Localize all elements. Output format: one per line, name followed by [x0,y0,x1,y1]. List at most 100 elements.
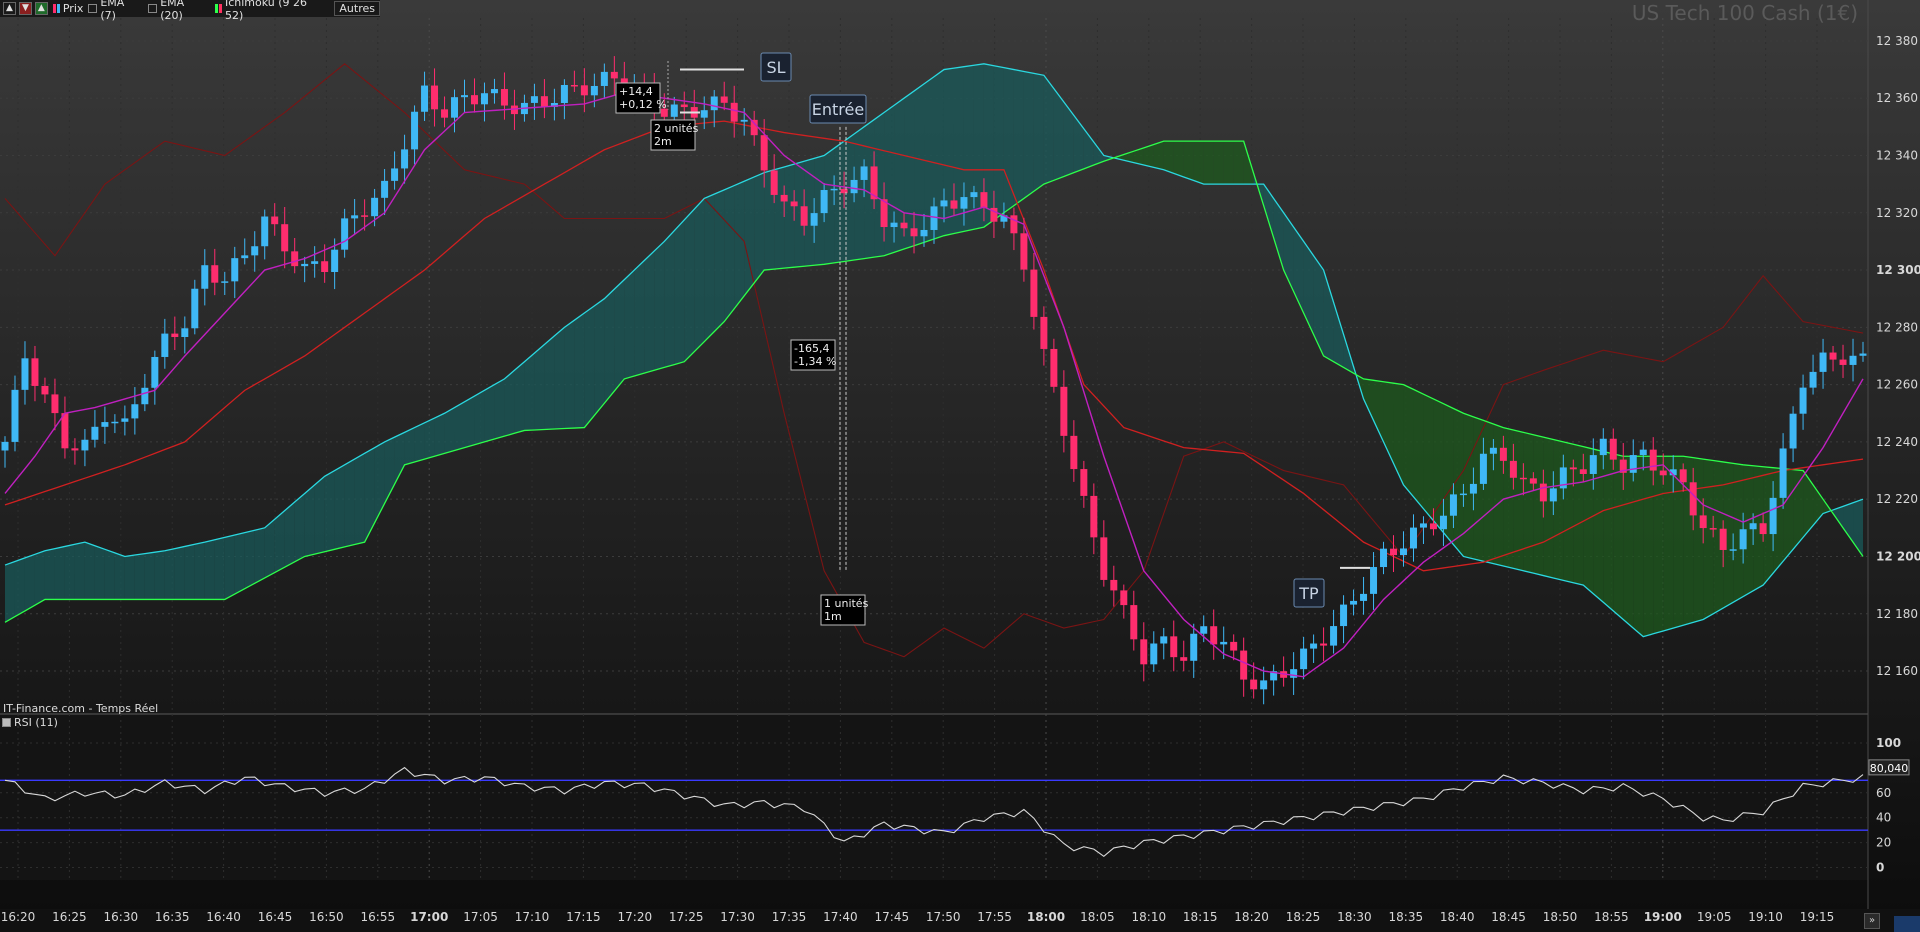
y-tick-label: 12 240 [1876,435,1918,449]
candle-body [1090,495,1098,538]
candle-body [51,394,59,414]
x-tick-label: 17:15 [566,910,601,924]
checkbox-icon[interactable] [148,4,158,13]
x-tick-label: 18:45 [1491,910,1526,924]
checkbox-icon[interactable] [88,4,98,13]
candle-body [900,222,908,229]
ichimoku-cloud-segment [304,484,315,557]
ichimoku-cloud-segment [504,370,515,437]
candle-body [1529,478,1537,484]
candle-body [1250,679,1258,690]
candle-body [21,358,29,390]
candle-body [1390,548,1398,556]
candle-body [560,85,568,103]
scroll-right-icon[interactable]: » [1864,913,1880,929]
rsi-label[interactable]: RSI (11) [2,716,58,729]
candle-body [670,104,678,117]
autres-button[interactable]: Autres [334,1,380,16]
x-tick-label: 16:50 [309,910,344,924]
ichimoku-cloud-segment [284,502,295,568]
x-tick-label: 18:55 [1594,910,1629,924]
loss-info-line: -1,34 % [794,355,836,368]
ichimoku-cloud-segment [484,384,495,442]
ichimoku-cloud-segment [1793,469,1804,550]
ichimoku-cloud-segment [1653,456,1664,634]
candle-body [740,119,748,122]
rsi-y-tick-label: 60 [1876,786,1891,800]
candle-body [750,119,758,136]
y-tick-label: 12 340 [1876,148,1918,162]
candle-body [1400,548,1407,556]
candle-body [321,261,329,272]
ichimoku-cloud-segment [424,418,435,460]
toolbar-item-ema7[interactable]: EMA (7) [88,0,143,22]
ichimoku-cloud-segment [464,396,475,448]
candle-body [1060,386,1068,436]
ichimoku-cloud-segment [544,335,555,430]
x-tick-label: 19:10 [1748,910,1783,924]
ichimoku-cloud-segment [334,464,345,550]
candle-body [950,200,958,209]
ichimoku-cloud-segment [1633,456,1644,637]
candle-body [1,441,9,451]
toolbar-item-ichimoku[interactable]: Ichimoku (9 26 52) [215,0,328,22]
candle-body [960,197,968,209]
ichimoku-cloud-segment [1483,420,1494,564]
candle-body [980,192,988,208]
ichimoku-cloud-segment [294,493,305,562]
ichimoku-cloud-segment [114,552,125,600]
ichimoku-cloud-segment [604,289,615,404]
x-tick-label: 16:45 [258,910,293,924]
ichimoku-cloud-segment [1033,73,1044,192]
ichimoku-cloud-segment [524,353,535,431]
units-info-1-line: 2 unités [654,122,699,135]
price-chart[interactable]: 12 160 12 180 12 200 12 220 12 240 12 260 12 2… [0,0,1920,932]
candle-body [1759,523,1767,535]
candle-body [490,89,498,94]
x-tick-label: 16:55 [361,910,396,924]
ichimoku-cloud-segment [84,542,95,600]
toolbar-item-ema20[interactable]: EMA (20) [148,0,210,22]
candle-body [381,180,389,198]
ichimoku-cloud-segment [993,65,1004,220]
candle-body [1549,488,1557,502]
candle-body [331,249,339,272]
candle-body [1100,537,1108,580]
candle-body [1070,435,1078,470]
candle-body [281,224,289,252]
ichimoku-cloud-segment [1153,141,1164,170]
chart-stage[interactable]: 12 160 12 180 12 200 12 220 12 240 12 260 12 2… [0,0,1920,932]
candle-body [221,281,229,283]
expand-icon[interactable] [1894,916,1920,932]
ichimoku-cloud-segment [434,413,445,457]
buy-icon[interactable]: ▲ [34,2,48,15]
candle-body [291,251,299,267]
ichimoku-cloud-segment [254,527,265,584]
ichimoku-cloud-segment [344,459,355,547]
ichimoku-cloud-segment [884,105,895,256]
candle-body [1040,316,1048,349]
ichimoku-cloud-segment [704,194,715,342]
checkbox-icon[interactable] [2,718,11,727]
x-tick-label: 18:35 [1389,910,1424,924]
candle-body [101,422,109,427]
toolbar-item-prix[interactable]: Prix [52,2,83,15]
candle-body [780,194,788,202]
rsi-panel-background [0,714,1868,880]
x-tick-label: 16:30 [104,910,139,924]
candle-body [1010,215,1018,234]
bell-icon[interactable]: ▲ [3,2,16,15]
x-tick-label: 16:25 [52,910,87,924]
candle-body [1789,413,1797,449]
x-tick-label: 17:00 [410,910,448,924]
ichimoku-cloud-segment [1433,398,1444,533]
ichimoku-cloud-segment [1233,141,1244,185]
y-tick-label: 12 280 [1876,320,1918,334]
ichimoku-cloud-segment [154,550,165,600]
candle-body [411,111,419,150]
candle-body [470,95,478,105]
candle-body [361,215,369,217]
sell-icon[interactable]: ▼ [18,2,32,15]
ichimoku-cloud-segment [234,532,245,595]
candle-body [710,96,718,111]
